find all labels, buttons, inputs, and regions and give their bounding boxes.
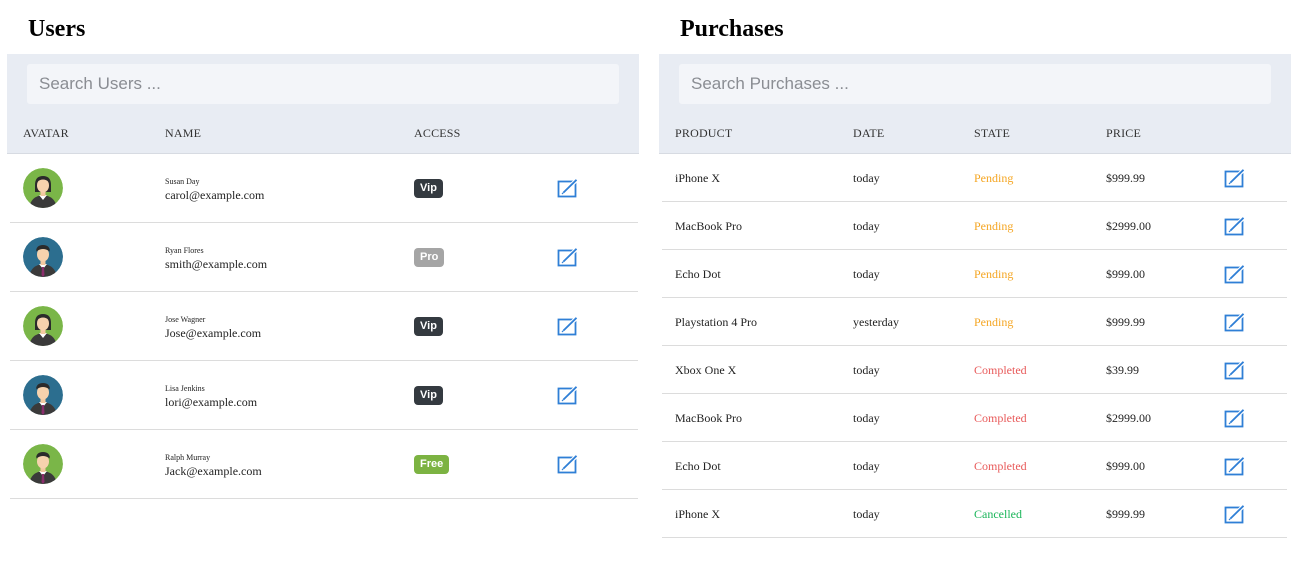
purchases-header: PRODUCT DATE STATE PRICE: [659, 54, 1291, 154]
purchase-state: Completed: [974, 363, 1027, 377]
purchase-state: Cancelled: [974, 507, 1022, 521]
purchase-row: iPhone X today Cancelled $999.99: [662, 490, 1287, 538]
product-name: Playstation 4 Pro: [675, 315, 758, 329]
column-header-name: NAME: [165, 126, 202, 140]
user-row: Ryan Flores smith@example.com Pro: [10, 223, 638, 292]
purchase-date: today: [853, 171, 880, 185]
user-row: Jose Wagner Jose@example.com Vip: [10, 292, 638, 361]
access-badge: Pro: [414, 248, 445, 267]
avatar: [23, 306, 63, 346]
user-row: Lisa Jenkins lori@example.com Vip: [10, 361, 638, 430]
product-name: MacBook Pro: [675, 219, 742, 233]
product-name: Xbox One X: [675, 363, 737, 377]
purchase-row: Echo Dot today Completed $999.00: [662, 442, 1287, 490]
edit-icon[interactable]: [557, 454, 579, 474]
purchase-state: Pending: [974, 315, 1014, 329]
purchase-price: $2999.00: [1106, 411, 1151, 425]
purchases-list: iPhone X today Pending $999.99 MacBook Pro to…: [659, 154, 1291, 538]
purchase-price: $2999.00: [1106, 219, 1151, 233]
purchase-state: Completed: [974, 411, 1027, 425]
product-name: iPhone X: [675, 507, 720, 521]
purchase-price: $39.99: [1106, 363, 1139, 377]
access-badge: Vip: [414, 179, 443, 198]
edit-icon[interactable]: [557, 385, 579, 405]
purchase-row: iPhone X today Pending $999.99: [662, 154, 1287, 202]
purchases-title: Purchases: [680, 16, 784, 42]
edit-icon[interactable]: [557, 178, 579, 198]
purchase-row: Playstation 4 Pro yesterday Pending $999.99: [662, 298, 1287, 346]
column-header-state: STATE: [974, 126, 1011, 140]
purchase-state: Pending: [974, 267, 1014, 281]
purchase-date: today: [853, 459, 880, 473]
purchase-price: $999.99: [1106, 171, 1145, 185]
avatar: [23, 444, 63, 484]
user-name: Lisa Jenkins: [165, 384, 205, 393]
edit-icon[interactable]: [1224, 312, 1246, 332]
purchase-date: yesterday: [853, 315, 899, 329]
user-name: Susan Day: [165, 177, 200, 186]
edit-icon[interactable]: [557, 316, 579, 336]
search-purchases-input[interactable]: [679, 64, 1271, 104]
purchase-date: today: [853, 219, 880, 233]
edit-icon[interactable]: [557, 247, 579, 267]
purchase-date: today: [853, 363, 880, 377]
purchase-row: MacBook Pro today Pending $2999.00: [662, 202, 1287, 250]
access-badge: Free: [414, 455, 450, 474]
avatar: [23, 168, 63, 208]
user-email: Jose@example.com: [165, 326, 262, 340]
edit-icon[interactable]: [1224, 264, 1246, 284]
edit-icon[interactable]: [1224, 216, 1246, 236]
search-users-input[interactable]: [27, 64, 619, 104]
users-header: AVATAR NAME ACCESS: [7, 54, 639, 154]
purchase-price: $999.00: [1106, 459, 1145, 473]
purchase-state: Pending: [974, 219, 1014, 233]
user-name: Ralph Murray: [165, 453, 211, 462]
users-title: Users: [28, 16, 86, 42]
column-header-access: ACCESS: [414, 126, 461, 140]
purchase-state: Pending: [974, 171, 1014, 185]
column-header-avatar: AVATAR: [23, 126, 69, 140]
purchase-date: today: [853, 411, 880, 425]
avatar: [23, 375, 63, 415]
user-email: Jack@example.com: [165, 464, 262, 478]
access-badge: Vip: [414, 386, 443, 405]
purchase-price: $999.99: [1106, 507, 1145, 521]
user-row: Susan Day carol@example.com Vip: [10, 154, 638, 223]
purchase-row: Echo Dot today Pending $999.00: [662, 250, 1287, 298]
edit-icon[interactable]: [1224, 504, 1246, 524]
column-header-price: PRICE: [1106, 126, 1142, 140]
edit-icon[interactable]: [1224, 360, 1246, 380]
column-header-date: DATE: [853, 126, 885, 140]
edit-icon[interactable]: [1224, 456, 1246, 476]
user-row: Ralph Murray Jack@example.com Free: [10, 430, 638, 499]
product-name: MacBook Pro: [675, 411, 742, 425]
user-email: lori@example.com: [165, 395, 258, 409]
avatar: [23, 237, 63, 277]
purchase-date: today: [853, 507, 880, 521]
user-name: Jose Wagner: [165, 315, 206, 324]
product-name: Echo Dot: [675, 267, 721, 281]
user-email: carol@example.com: [165, 188, 265, 202]
access-badge: Vip: [414, 317, 443, 336]
product-name: Echo Dot: [675, 459, 721, 473]
purchase-state: Completed: [974, 459, 1027, 473]
column-header-product: PRODUCT: [675, 126, 733, 140]
user-name: Ryan Flores: [165, 246, 204, 255]
purchase-price: $999.99: [1106, 315, 1145, 329]
purchase-date: today: [853, 267, 880, 281]
users-list: Susan Day carol@example.com Vip Ryan Flores…: [7, 154, 639, 499]
product-name: iPhone X: [675, 171, 720, 185]
purchase-row: MacBook Pro today Completed $2999.00: [662, 394, 1287, 442]
edit-icon[interactable]: [1224, 168, 1246, 188]
purchase-price: $999.00: [1106, 267, 1145, 281]
user-email: smith@example.com: [165, 257, 268, 271]
purchase-row: Xbox One X today Completed $39.99: [662, 346, 1287, 394]
edit-icon[interactable]: [1224, 408, 1246, 428]
